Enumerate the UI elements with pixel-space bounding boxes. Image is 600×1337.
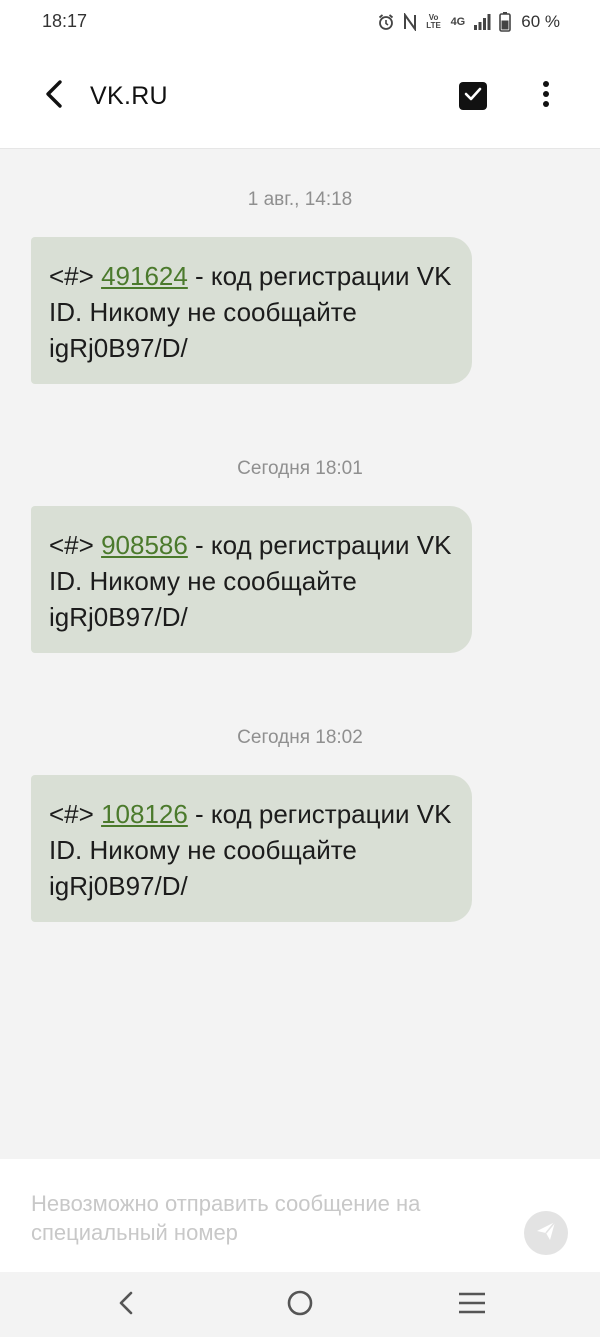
- message-prefix: <#>: [49, 261, 102, 291]
- send-icon: [535, 1220, 557, 1247]
- volte-icon: Vo LTE: [426, 13, 441, 30]
- message-timestamp: Сегодня 18:01: [237, 458, 363, 479]
- conversation-title: VK.RU: [90, 82, 168, 110]
- cannot-send-notice: Невозможно отправить сообщение на специа…: [31, 1191, 421, 1245]
- nav-back-icon: [117, 1290, 135, 1321]
- message-prefix: <#>: [49, 530, 102, 560]
- alarm-icon: [377, 13, 395, 31]
- message-timestamp: 1 авг., 14:18: [247, 189, 353, 210]
- message-prefix: <#>: [49, 799, 102, 829]
- message-bubble[interactable]: <#> 108126 - код регистрации VK ID. Нико…: [31, 775, 472, 922]
- 4g-icon: 4G: [450, 16, 466, 28]
- back-button[interactable]: [38, 79, 70, 114]
- back-arrow-icon: [43, 79, 65, 114]
- status-time: 18:17: [42, 11, 88, 31]
- more-options-button[interactable]: [532, 80, 560, 112]
- nav-home-icon: [286, 1289, 314, 1322]
- message-bubble[interactable]: <#> 908586 - код регистрации VK ID. Нико…: [31, 506, 472, 653]
- nav-back-button[interactable]: [109, 1288, 143, 1322]
- nav-home-button[interactable]: [283, 1288, 317, 1322]
- composer: Невозможно отправить сообщение на специа…: [0, 1159, 600, 1272]
- battery-icon: [499, 12, 512, 32]
- message-bubble[interactable]: <#> 491624 - код регистрации VK ID. Нико…: [31, 237, 472, 384]
- signal-icon: [473, 13, 491, 31]
- nav-recents-button[interactable]: [455, 1288, 489, 1322]
- status-bar: 18:17 Vo LTE 4G 60 %: [0, 0, 600, 44]
- select-checkbox-icon: [464, 87, 482, 106]
- message-timestamp: Сегодня 18:02: [237, 727, 363, 748]
- more-vert-icon: [542, 80, 550, 113]
- system-nav-bar: [0, 1272, 600, 1337]
- nfc-icon: [403, 13, 417, 31]
- status-icons: Vo LTE 4G 60 %: [377, 10, 560, 34]
- app-bar: VK.RU: [0, 44, 600, 149]
- select-button[interactable]: [459, 82, 487, 110]
- verification-code-link[interactable]: 108126: [101, 799, 188, 829]
- verification-code-link[interactable]: 491624: [101, 261, 188, 291]
- verification-code-link[interactable]: 908586: [101, 530, 188, 560]
- message-list[interactable]: 1 авг., 14:18 <#> 491624 - код регистрац…: [0, 149, 600, 1159]
- nav-recents-icon: [458, 1291, 486, 1320]
- send-button[interactable]: [524, 1211, 568, 1255]
- battery-percent: 60 %: [521, 12, 560, 31]
